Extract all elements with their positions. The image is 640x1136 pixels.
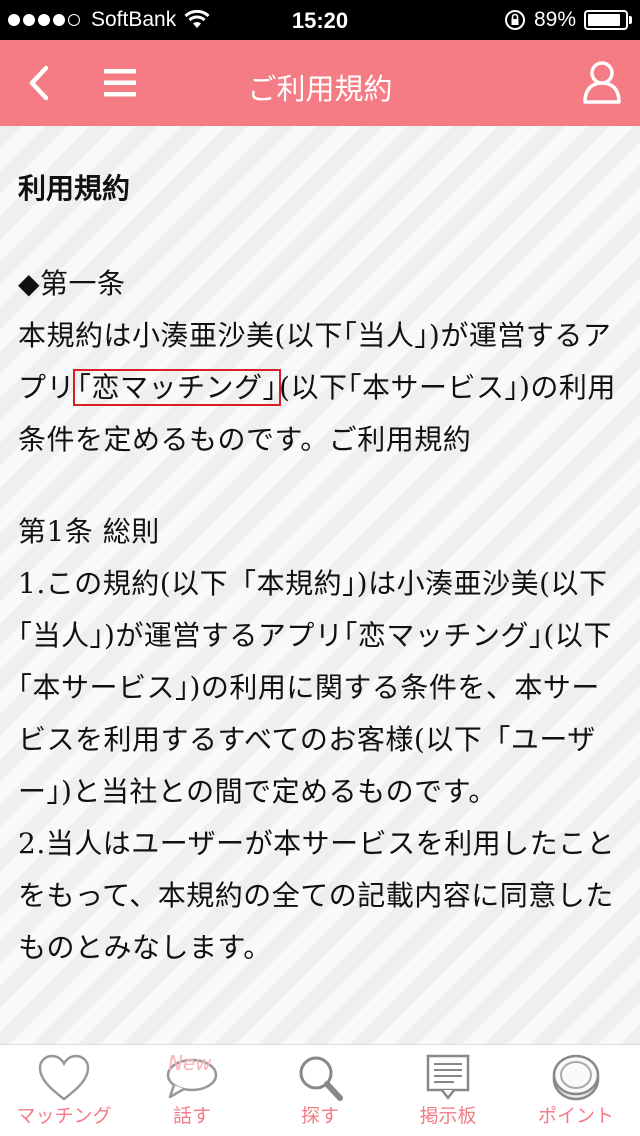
- search-icon: [299, 1056, 343, 1101]
- intro-paragraph: 本規約は小湊亜沙美(以下｢当人｣)が運営するアプリ｢恋マッチング｣(以下｢本サー…: [18, 310, 622, 466]
- coin-icon: [552, 1054, 600, 1101]
- new-badge: New: [168, 1051, 212, 1075]
- section-title: 第1条 総則: [18, 515, 160, 548]
- terms-heading: 利用規約: [18, 172, 131, 205]
- battery-icon: [584, 10, 628, 30]
- page-title: ご利用規約: [247, 72, 393, 106]
- status-bar: SoftBank 15:20 89%: [0, 0, 640, 40]
- tab-bar: マッチング New 話す 探す 掲示板 ポイント: [0, 1044, 640, 1136]
- tab-search[interactable]: 探す: [256, 1045, 384, 1136]
- user-icon: [583, 61, 621, 104]
- clause-2: 2.当人はユーザーが本サービスを利用したことをもって、本規約の全ての記載内容に同…: [18, 827, 616, 964]
- user-button[interactable]: [580, 58, 624, 108]
- app-name-highlight: ｢恋マッチング｣: [73, 369, 282, 406]
- bulletin-board-icon: [426, 1054, 470, 1100]
- tab-points[interactable]: ポイント: [512, 1045, 640, 1136]
- tab-bulletin-board[interactable]: 掲示板: [384, 1045, 512, 1136]
- heart-icon: [38, 1054, 90, 1101]
- tab-matching[interactable]: マッチング: [0, 1045, 128, 1136]
- tab-label: 探す: [300, 1105, 339, 1127]
- clause-1: 1.この規約(以下「本規約」)は小湊亜沙美(以下｢当人｣)が運営するアプリ｢恋マ…: [18, 567, 612, 808]
- terms-content[interactable]: 利用規約 ◆第一条 本規約は小湊亜沙美(以下｢当人｣)が運営するアプリ｢恋マッチ…: [0, 126, 640, 1044]
- tab-label: マッチング: [16, 1105, 112, 1127]
- article-title: ◆第一条: [18, 267, 126, 300]
- tab-label: 掲示板: [419, 1105, 477, 1127]
- battery-percentage: 89%: [533, 8, 576, 31]
- tab-label: ポイント: [537, 1105, 614, 1127]
- navigation-bar: ご利用規約: [0, 40, 640, 126]
- orientation-lock-icon: [504, 10, 525, 30]
- tab-talk[interactable]: New 話す: [128, 1045, 256, 1136]
- tab-label: 話す: [172, 1105, 211, 1127]
